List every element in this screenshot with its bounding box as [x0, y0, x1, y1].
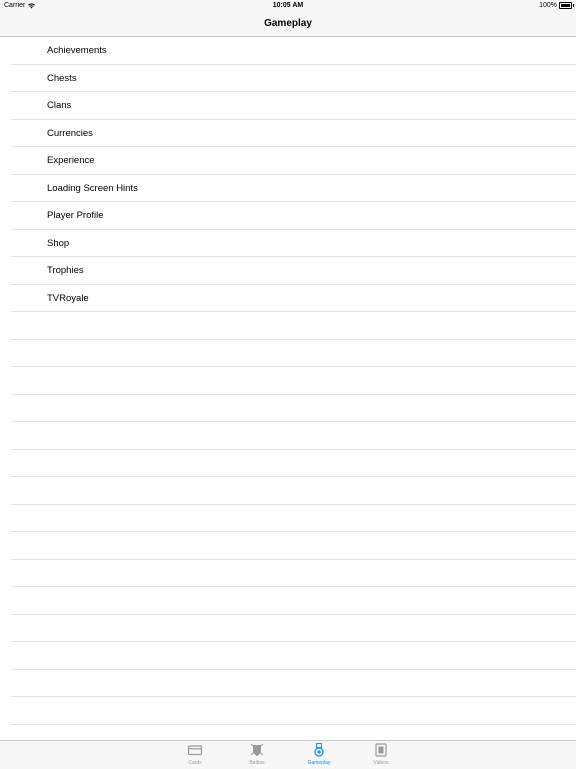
list-item[interactable]: Trophies	[0, 257, 576, 285]
gameplay-icon	[314, 743, 324, 757]
list-item-label: Currencies	[47, 127, 93, 139]
list-item-label: Clans	[47, 100, 72, 111]
list-item[interactable]: TVRoyale	[0, 285, 576, 313]
list-item[interactable]: Player Profile	[0, 202, 576, 230]
list-item[interactable]: Chests	[0, 65, 576, 93]
empty-row	[0, 725, 576, 741]
list-item-label: Experience	[47, 155, 95, 166]
empty-row	[0, 587, 576, 615]
tab-battles[interactable]: Battles	[237, 743, 277, 766]
list-item-label: Chests	[47, 72, 77, 84]
list-item[interactable]: Shop	[0, 230, 576, 258]
tab-cards[interactable]: Cards	[175, 743, 215, 766]
navigation-bar: Gameplay	[0, 11, 576, 37]
empty-row	[0, 642, 576, 670]
tab-label: Videos	[373, 760, 389, 766]
page-title: Gameplay	[264, 18, 312, 29]
tab-videos[interactable]: Videos	[361, 743, 401, 766]
battles-icon	[250, 743, 264, 756]
list-item[interactable]: Achievements	[0, 37, 576, 65]
empty-row	[0, 670, 576, 698]
cards-icon	[187, 745, 203, 756]
list-item-label: Shop	[47, 237, 70, 249]
empty-row	[0, 450, 576, 478]
tab-label: Gameplay	[307, 760, 331, 766]
empty-row	[0, 532, 576, 560]
empty-row	[0, 697, 576, 725]
battery-group: 100%	[539, 0, 574, 11]
battery-percent: 100%	[539, 2, 557, 9]
tab-label: Cards	[188, 760, 202, 766]
list-item-label: TVRoyale	[47, 292, 89, 304]
empty-row	[0, 340, 576, 368]
empty-row	[0, 615, 576, 643]
gameplay-list: Achievements Chests Clans Currencies Exp…	[0, 37, 576, 740]
status-time: 10:05 AM	[272, 2, 304, 9]
empty-row	[0, 505, 576, 533]
list-item-label: Loading Screen Hints	[47, 182, 138, 194]
list-item-label: Trophies	[47, 265, 84, 276]
videos-icon	[375, 743, 387, 757]
tab-gameplay[interactable]: Gameplay	[299, 743, 339, 766]
list-item-label: Player Profile	[47, 210, 104, 221]
empty-row	[0, 560, 576, 588]
tab-bar: Cards Battles Gameplay Videos	[0, 740, 576, 769]
status-bar: Carrier 10:05 AM 100%	[0, 0, 576, 11]
list-item-label: Achievements	[47, 45, 107, 56]
empty-row	[0, 422, 576, 450]
battery-icon	[559, 2, 574, 9]
tab-label: Battles	[249, 760, 265, 766]
list-item[interactable]: Clans	[0, 92, 576, 120]
empty-row	[0, 477, 576, 505]
list-item[interactable]: Loading Screen Hints	[0, 175, 576, 203]
list-item[interactable]: Experience	[0, 147, 576, 175]
empty-row	[0, 367, 576, 395]
empty-row	[0, 312, 576, 340]
list-item[interactable]: Currencies	[0, 120, 576, 148]
empty-row	[0, 395, 576, 423]
